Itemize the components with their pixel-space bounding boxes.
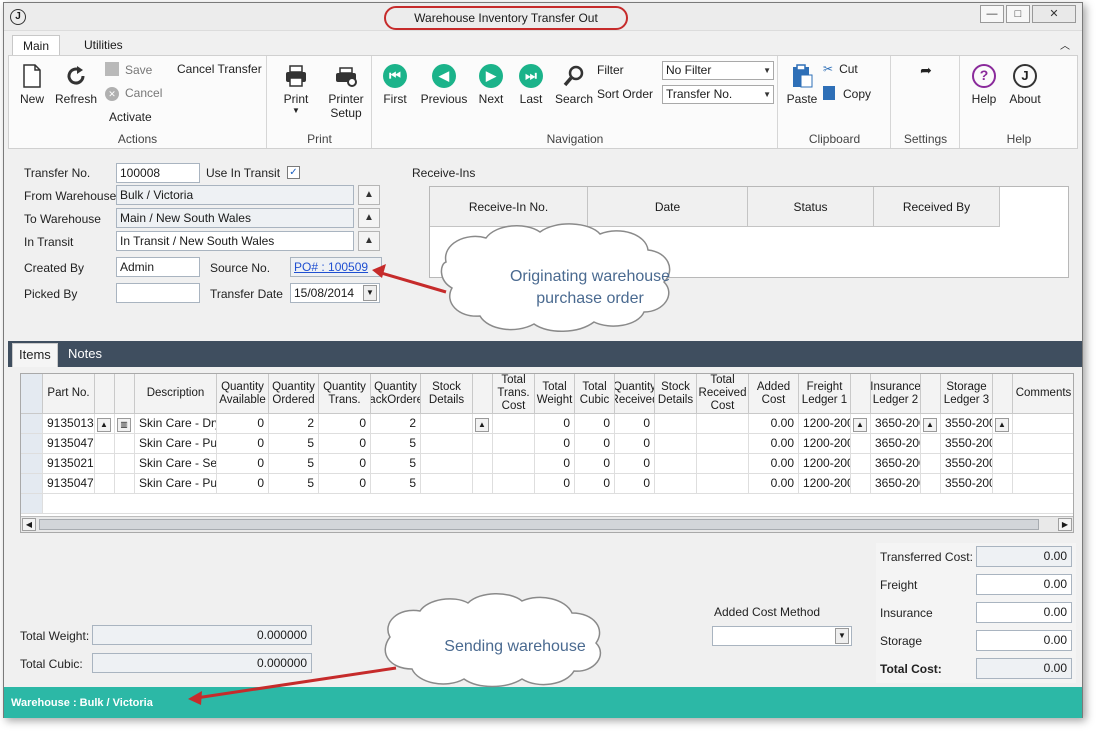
callout-arrow-po [377, 270, 447, 294]
callout-text-po: Originating warehouse purchase order [509, 268, 671, 307]
callout-text-sending: Sending warehouse [444, 638, 586, 655]
arrow-head-icon [188, 691, 202, 705]
callout-arrow-sending [195, 666, 397, 700]
arrow-head-icon [372, 264, 386, 278]
callout-arrows [188, 223, 671, 705]
